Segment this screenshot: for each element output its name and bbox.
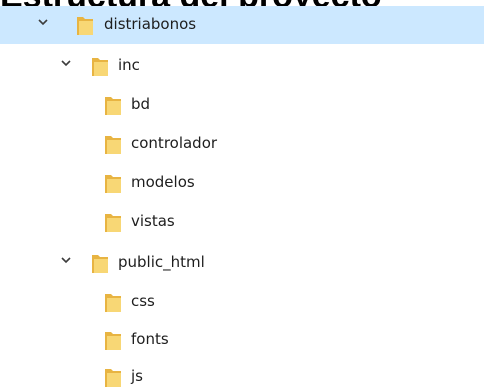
folder-icon: [104, 366, 122, 388]
tree-item-label: js: [131, 367, 143, 385]
folder-icon: [104, 133, 122, 155]
tree-item-fonts[interactable]: fonts: [0, 321, 484, 359]
tree-item-inc[interactable]: inc: [0, 47, 484, 85]
folder-icon: [104, 94, 122, 116]
folder-icon: [91, 55, 109, 77]
tree-item-label: fonts: [131, 330, 169, 348]
tree-item-label: distriabonos: [104, 15, 197, 33]
tree-item-label: modelos: [131, 173, 195, 191]
tree-item-vistas[interactable]: vistas: [0, 203, 484, 241]
tree-item-label: css: [131, 292, 155, 310]
tree-item-js[interactable]: js: [0, 358, 484, 389]
folder-icon: [91, 252, 109, 274]
chevron-down-icon[interactable]: [59, 56, 73, 70]
file-explorer: Estructura del proyecto distriabonos inc: [0, 0, 484, 389]
tree-item-label: bd: [131, 95, 151, 113]
folder-icon: [104, 172, 122, 194]
tree-item-label: vistas: [131, 212, 175, 230]
tree-item-modelos[interactable]: modelos: [0, 164, 484, 202]
folder-tree: distriabonos inc bd controlador modelos …: [0, 0, 484, 389]
tree-item-distriabonos[interactable]: distriabonos: [0, 6, 484, 44]
tree-item-public-html[interactable]: public_html: [0, 244, 484, 282]
folder-icon: [104, 291, 122, 313]
tree-item-css[interactable]: css: [0, 283, 484, 321]
tree-item-label: controlador: [131, 134, 218, 152]
folder-icon: [104, 329, 122, 351]
folder-icon: [76, 14, 94, 36]
folder-icon: [104, 211, 122, 233]
tree-item-label: inc: [118, 56, 140, 74]
chevron-down-icon[interactable]: [59, 253, 73, 267]
chevron-down-icon[interactable]: [36, 15, 50, 29]
tree-item-label: public_html: [118, 253, 205, 271]
tree-item-controlador[interactable]: controlador: [0, 125, 484, 163]
tree-item-bd[interactable]: bd: [0, 86, 484, 124]
